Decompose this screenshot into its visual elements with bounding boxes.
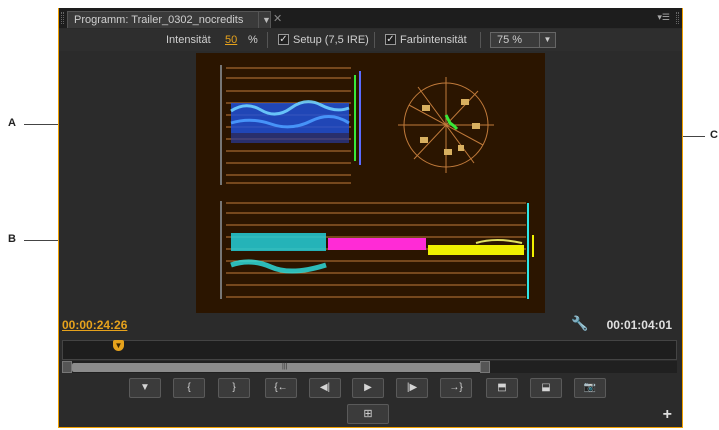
time-ruler[interactable]: ▼ <box>62 340 677 360</box>
step-forward-button[interactable]: |▶ <box>396 378 428 398</box>
chevron-down-icon[interactable]: ▼ <box>258 12 274 28</box>
waveform-scale <box>220 65 222 185</box>
add-marker-button[interactable]: ▼ <box>129 378 161 398</box>
close-icon[interactable]: ✕ <box>273 12 282 25</box>
intensity-value[interactable]: 50 <box>225 34 237 46</box>
wrench-icon[interactable]: 🔧 <box>571 315 588 332</box>
zoom-viewport[interactable]: ||| <box>72 363 490 372</box>
play-button[interactable]: ▶ <box>352 378 384 398</box>
parade-scale <box>220 201 222 299</box>
mark-in-button[interactable]: { <box>173 378 205 398</box>
plus-icon[interactable]: + <box>663 406 672 424</box>
extract-button[interactable]: ⬓ <box>530 378 562 398</box>
divider <box>480 32 481 48</box>
go-to-out-button[interactable]: →} <box>440 378 472 398</box>
rgb-parade <box>230 233 524 274</box>
setup-label[interactable]: Setup (7,5 IRE) <box>293 34 369 46</box>
luma-waveform <box>230 100 350 143</box>
panel-menu-icon[interactable]: ▾☰ <box>657 12 670 23</box>
zoom-handle-left[interactable] <box>62 361 72 373</box>
mark-out-button[interactable]: } <box>218 378 250 398</box>
duration-timecode: 00:01:04:01 <box>606 318 672 332</box>
intensity-unit: % <box>248 34 258 46</box>
panel-grip-left[interactable] <box>61 12 64 24</box>
scopes-display <box>196 53 545 313</box>
zoom-value: 75 % <box>497 34 523 46</box>
tab-title: Programm: Trailer_0302_nocredits <box>74 14 244 26</box>
zoom-scroll-bar[interactable]: ||| <box>62 361 677 373</box>
zoom-dropdown[interactable]: 75 % ▼ <box>490 32 556 48</box>
current-timecode[interactable]: 00:00:24:26 <box>62 318 127 332</box>
callout-c: C <box>710 129 718 141</box>
go-to-in-button[interactable]: {← <box>265 378 297 398</box>
chevron-down-icon[interactable]: ▼ <box>539 33 555 47</box>
callout-a: A <box>8 117 16 129</box>
scopes-graphic <box>220 65 534 299</box>
safe-margins-button[interactable]: ⊞ <box>347 404 389 424</box>
divider <box>374 32 375 48</box>
setup-checkbox[interactable]: ✓ <box>278 34 289 45</box>
callout-b: B <box>8 233 16 245</box>
scope-options-bar: Intensität 50 % ✓ Setup (7,5 IRE) ✓ Farb… <box>59 29 682 51</box>
intensity-label: Intensität <box>166 34 211 46</box>
chroma-checkbox[interactable]: ✓ <box>385 34 396 45</box>
grip-icon: ||| <box>282 363 288 370</box>
zoom-handle-right[interactable] <box>480 361 490 373</box>
program-monitor-panel: Programm: Trailer_0302_nocredits ▼ ✕ ▾☰ … <box>58 8 683 428</box>
panel-tab-bar: Programm: Trailer_0302_nocredits ▼ ✕ ▾☰ <box>59 8 682 28</box>
lift-button[interactable]: ⬒ <box>486 378 518 398</box>
step-back-button[interactable]: ◀| <box>309 378 341 398</box>
divider <box>267 32 268 48</box>
chroma-label[interactable]: Farbintensität <box>400 34 467 46</box>
program-monitor-tab[interactable]: Programm: Trailer_0302_nocredits ▼ <box>67 11 271 28</box>
panel-grip-right[interactable] <box>676 12 679 24</box>
playhead-icon[interactable]: ▼ <box>113 340 124 351</box>
export-frame-button[interactable]: 📷 <box>574 378 606 398</box>
